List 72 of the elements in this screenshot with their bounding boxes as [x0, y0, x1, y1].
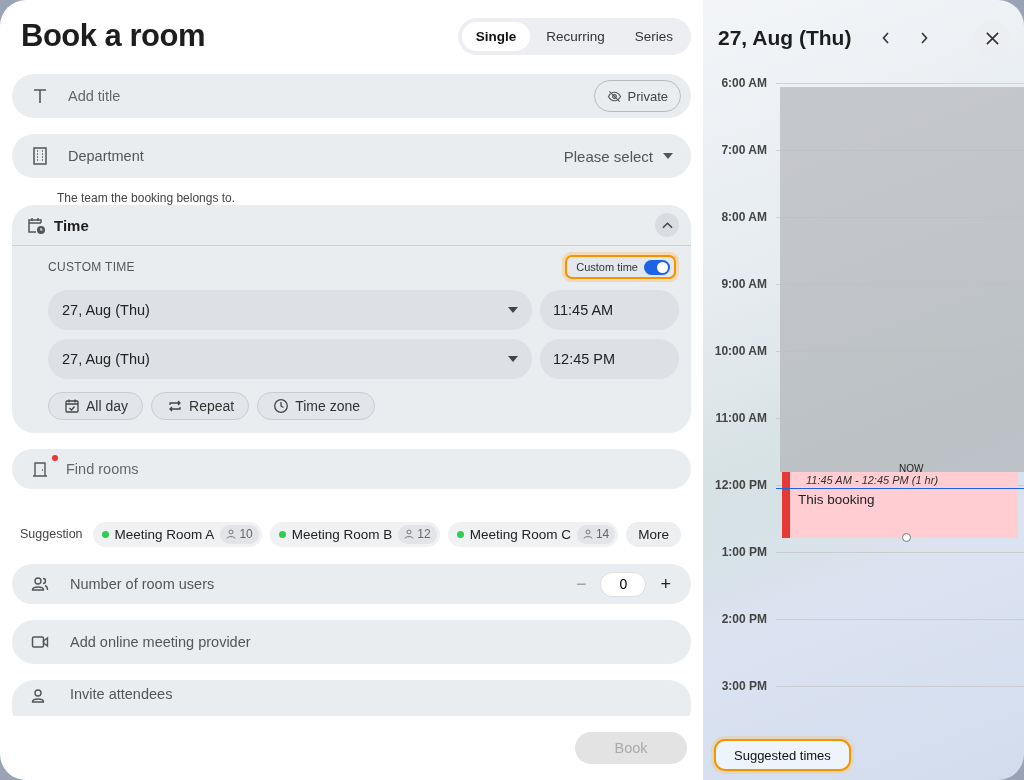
hour-label: 1:00 PM	[720, 545, 767, 559]
room-chip[interactable]: Meeting Room A 10	[92, 521, 262, 547]
capacity-count: 12	[417, 527, 431, 541]
invite-field[interactable]: Invite attendees	[12, 680, 691, 716]
close-icon	[984, 30, 1000, 46]
hour-label: 2:00 PM	[720, 612, 767, 626]
date-select[interactable]: 27, Aug (Thu)	[48, 290, 532, 330]
chevron-right-icon	[920, 32, 929, 44]
custom-time-toggle[interactable]: Custom time	[565, 255, 676, 279]
collapse-button[interactable]	[655, 213, 679, 237]
building-icon	[30, 146, 50, 166]
person-icon	[226, 529, 237, 539]
door-icon	[30, 459, 50, 479]
booking-title: This booking	[798, 492, 876, 507]
more-button[interactable]: More	[626, 521, 682, 547]
mode-tab[interactable]: Series	[620, 21, 687, 51]
mode-tab[interactable]: Recurring	[532, 21, 619, 51]
hour-label: 9:00 AM	[720, 277, 767, 291]
person-icon	[582, 529, 593, 539]
calendar-clock-icon	[26, 215, 46, 235]
option-chip[interactable]: Repeat	[151, 392, 250, 420]
calendar-date: 27, Aug (Thu)	[718, 26, 852, 50]
people-icon	[30, 574, 50, 594]
time-field[interactable]: 11:45 AM	[540, 290, 679, 330]
room-chip[interactable]: Meeting Room C 14	[447, 521, 619, 547]
invite-label: Invite attendees	[70, 686, 174, 702]
time-title: Time	[54, 216, 90, 234]
suggestion-label: Suggestion	[20, 527, 83, 541]
department-hint: The team the booking belongs to.	[56, 190, 237, 205]
capacity-count: 10	[239, 527, 253, 541]
caret-icon	[508, 307, 518, 313]
chevron-left-icon	[882, 32, 891, 44]
person-icon	[404, 529, 415, 539]
mode-tab[interactable]: Single	[461, 21, 531, 51]
hour-label: 7:00 AM	[720, 143, 767, 157]
title-field[interactable]: Add title Private	[12, 74, 691, 118]
hour-label: 12:00 PM	[713, 478, 767, 492]
department-select[interactable]: Department Please select	[12, 134, 691, 178]
suggested-times-button[interactable]: Suggested times	[714, 739, 851, 771]
increase-button[interactable]: +	[656, 573, 675, 595]
capacity-count: 14	[595, 527, 610, 541]
clock-icon	[273, 398, 290, 414]
repeat-icon	[167, 398, 184, 414]
resize-handle[interactable]	[902, 533, 911, 542]
room-users-label: Number of room users	[70, 576, 216, 592]
online-meeting-field[interactable]: Add online meeting provider	[12, 620, 691, 664]
department-value: Please select	[563, 147, 653, 165]
calendar-check-icon	[64, 398, 80, 414]
find-rooms-field[interactable]: Find rooms	[12, 449, 691, 489]
hour-label: 6:00 AM	[720, 76, 767, 90]
page-title: Book a room	[21, 18, 205, 54]
online-meeting-label: Add online meeting provider	[70, 634, 252, 650]
title-placeholder: Add title	[68, 88, 121, 104]
date-select[interactable]: 27, Aug (Thu)	[48, 339, 532, 379]
eye-off-icon	[606, 88, 622, 104]
chevron-up-icon	[661, 221, 673, 229]
room-chip[interactable]: Meeting Room B 12	[269, 521, 440, 547]
hour-label: 10:00 AM	[713, 344, 767, 358]
caret-icon	[663, 153, 673, 159]
now-label: NOW	[899, 463, 924, 474]
hour-label: 8:00 AM	[720, 210, 767, 224]
hour-label: 3:00 PM	[720, 679, 767, 693]
caret-icon	[508, 356, 518, 362]
find-rooms-placeholder: Find rooms	[66, 461, 139, 477]
option-chip[interactable]: All day	[48, 392, 144, 420]
option-chip[interactable]: Time zone	[257, 392, 376, 420]
custom-time-heading: CUSTOM TIME	[48, 260, 135, 274]
time-field[interactable]: 12:45 PM	[540, 339, 679, 379]
department-label: Department	[68, 148, 145, 164]
hour-label: 11:00 AM	[714, 411, 767, 425]
count-field[interactable]: 0	[600, 571, 647, 597]
booking-time: 11:45 AM - 12:45 PM (1 hr)	[806, 474, 939, 486]
